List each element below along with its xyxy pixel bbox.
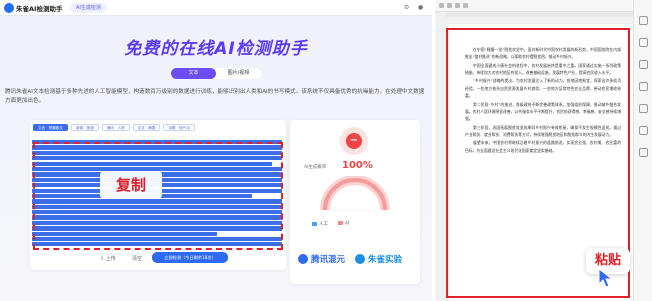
page-title: 免费的在线AI检测助手 [124, 39, 308, 59]
brand-logos: 腾讯混元 朱雀实验 [298, 253, 402, 265]
upload-button[interactable]: ⇧ 上传 [100, 255, 116, 262]
mode-toggle: 文本 图片/视频 [171, 68, 261, 79]
top-bar: 朱雀AI检测助手 AI生成检测 ⚙ ● [0, 0, 432, 16]
toolbar-icon[interactable] [463, 3, 468, 8]
panel-icon[interactable] [639, 148, 648, 157]
copy-label: 复制 [100, 171, 162, 199]
tab-ai-detection[interactable]: AI生成检测 [70, 3, 107, 13]
tab-image-video[interactable]: 图片/视频 [216, 68, 261, 79]
score-label: AI生成概率 [304, 165, 327, 170]
tab-text[interactable]: 文本 [171, 68, 216, 79]
user-icon[interactable]: ● [418, 4, 423, 11]
mouse-cursor-icon [598, 268, 614, 288]
hunyuan-logo-icon [298, 254, 308, 264]
panel-icon[interactable] [639, 104, 648, 113]
legend-ai: AI [338, 221, 349, 227]
sample-chip[interactable]: 文言 · 短篇散文 [33, 124, 68, 131]
toolbar-icon[interactable] [455, 3, 460, 8]
panel-icon[interactable] [639, 60, 648, 69]
zhuque-logo-icon [355, 254, 366, 264]
ruler [445, 12, 637, 17]
clear-button[interactable]: 清空 [132, 255, 142, 262]
chart-legend: 人工 AI [312, 221, 349, 227]
logo-text: 朱雀AI检测助手 [16, 5, 63, 13]
right-side-panel [633, 0, 652, 301]
sample-chip[interactable]: 新闻 · 报道 [71, 124, 99, 131]
brand-zhuque: 朱雀实验 [355, 253, 402, 265]
panel-icon[interactable] [639, 16, 648, 25]
score-value: 100% [342, 160, 373, 171]
legend-human: 人工 [312, 221, 328, 227]
result-card: − AI生成概率 100% 人工 AI 腾讯混元 朱雀实验 [290, 120, 420, 284]
panel-icon[interactable] [639, 38, 648, 47]
warning-icon: − [340, 127, 368, 155]
intro-text: 腾讯朱雀AI文本检测基于多种先进的人工智能模型，构造数百万级别的数据进行训练，能… [5, 89, 425, 104]
logo-icon [4, 3, 14, 13]
ai-detector-page: 朱雀AI检测助手 AI生成检测 ⚙ ● 免费的在线AI检测助手 文本 图片/视频… [0, 0, 432, 301]
sample-chip[interactable]: 论文 · 摘要 [132, 124, 161, 131]
score-gauge [320, 176, 390, 211]
sample-chip[interactable]: 诗歌 · 现代诗 [163, 124, 195, 131]
panel-icon[interactable] [639, 82, 648, 91]
settings-icon[interactable]: ⚙ [404, 4, 409, 11]
toolbar-icon[interactable] [447, 3, 452, 8]
editor-footer: ⇧ 上传 清空 立即检测（今日剩余18次） [30, 250, 286, 266]
toolbar-icon[interactable] [439, 3, 444, 8]
sample-chips: 文言 · 短篇散文 新闻 · 报道 通讯 · 人物 论文 · 摘要 诗歌 · 现… [33, 124, 195, 131]
panel-icon[interactable] [639, 126, 648, 135]
brand-hunyuan: 腾讯混元 [298, 253, 345, 265]
detect-button[interactable]: 立即检测（今日剩余18次） [152, 252, 228, 263]
doc-toolbar [435, 0, 652, 12]
sample-chip[interactable]: 通讯 · 人物 [101, 124, 130, 131]
